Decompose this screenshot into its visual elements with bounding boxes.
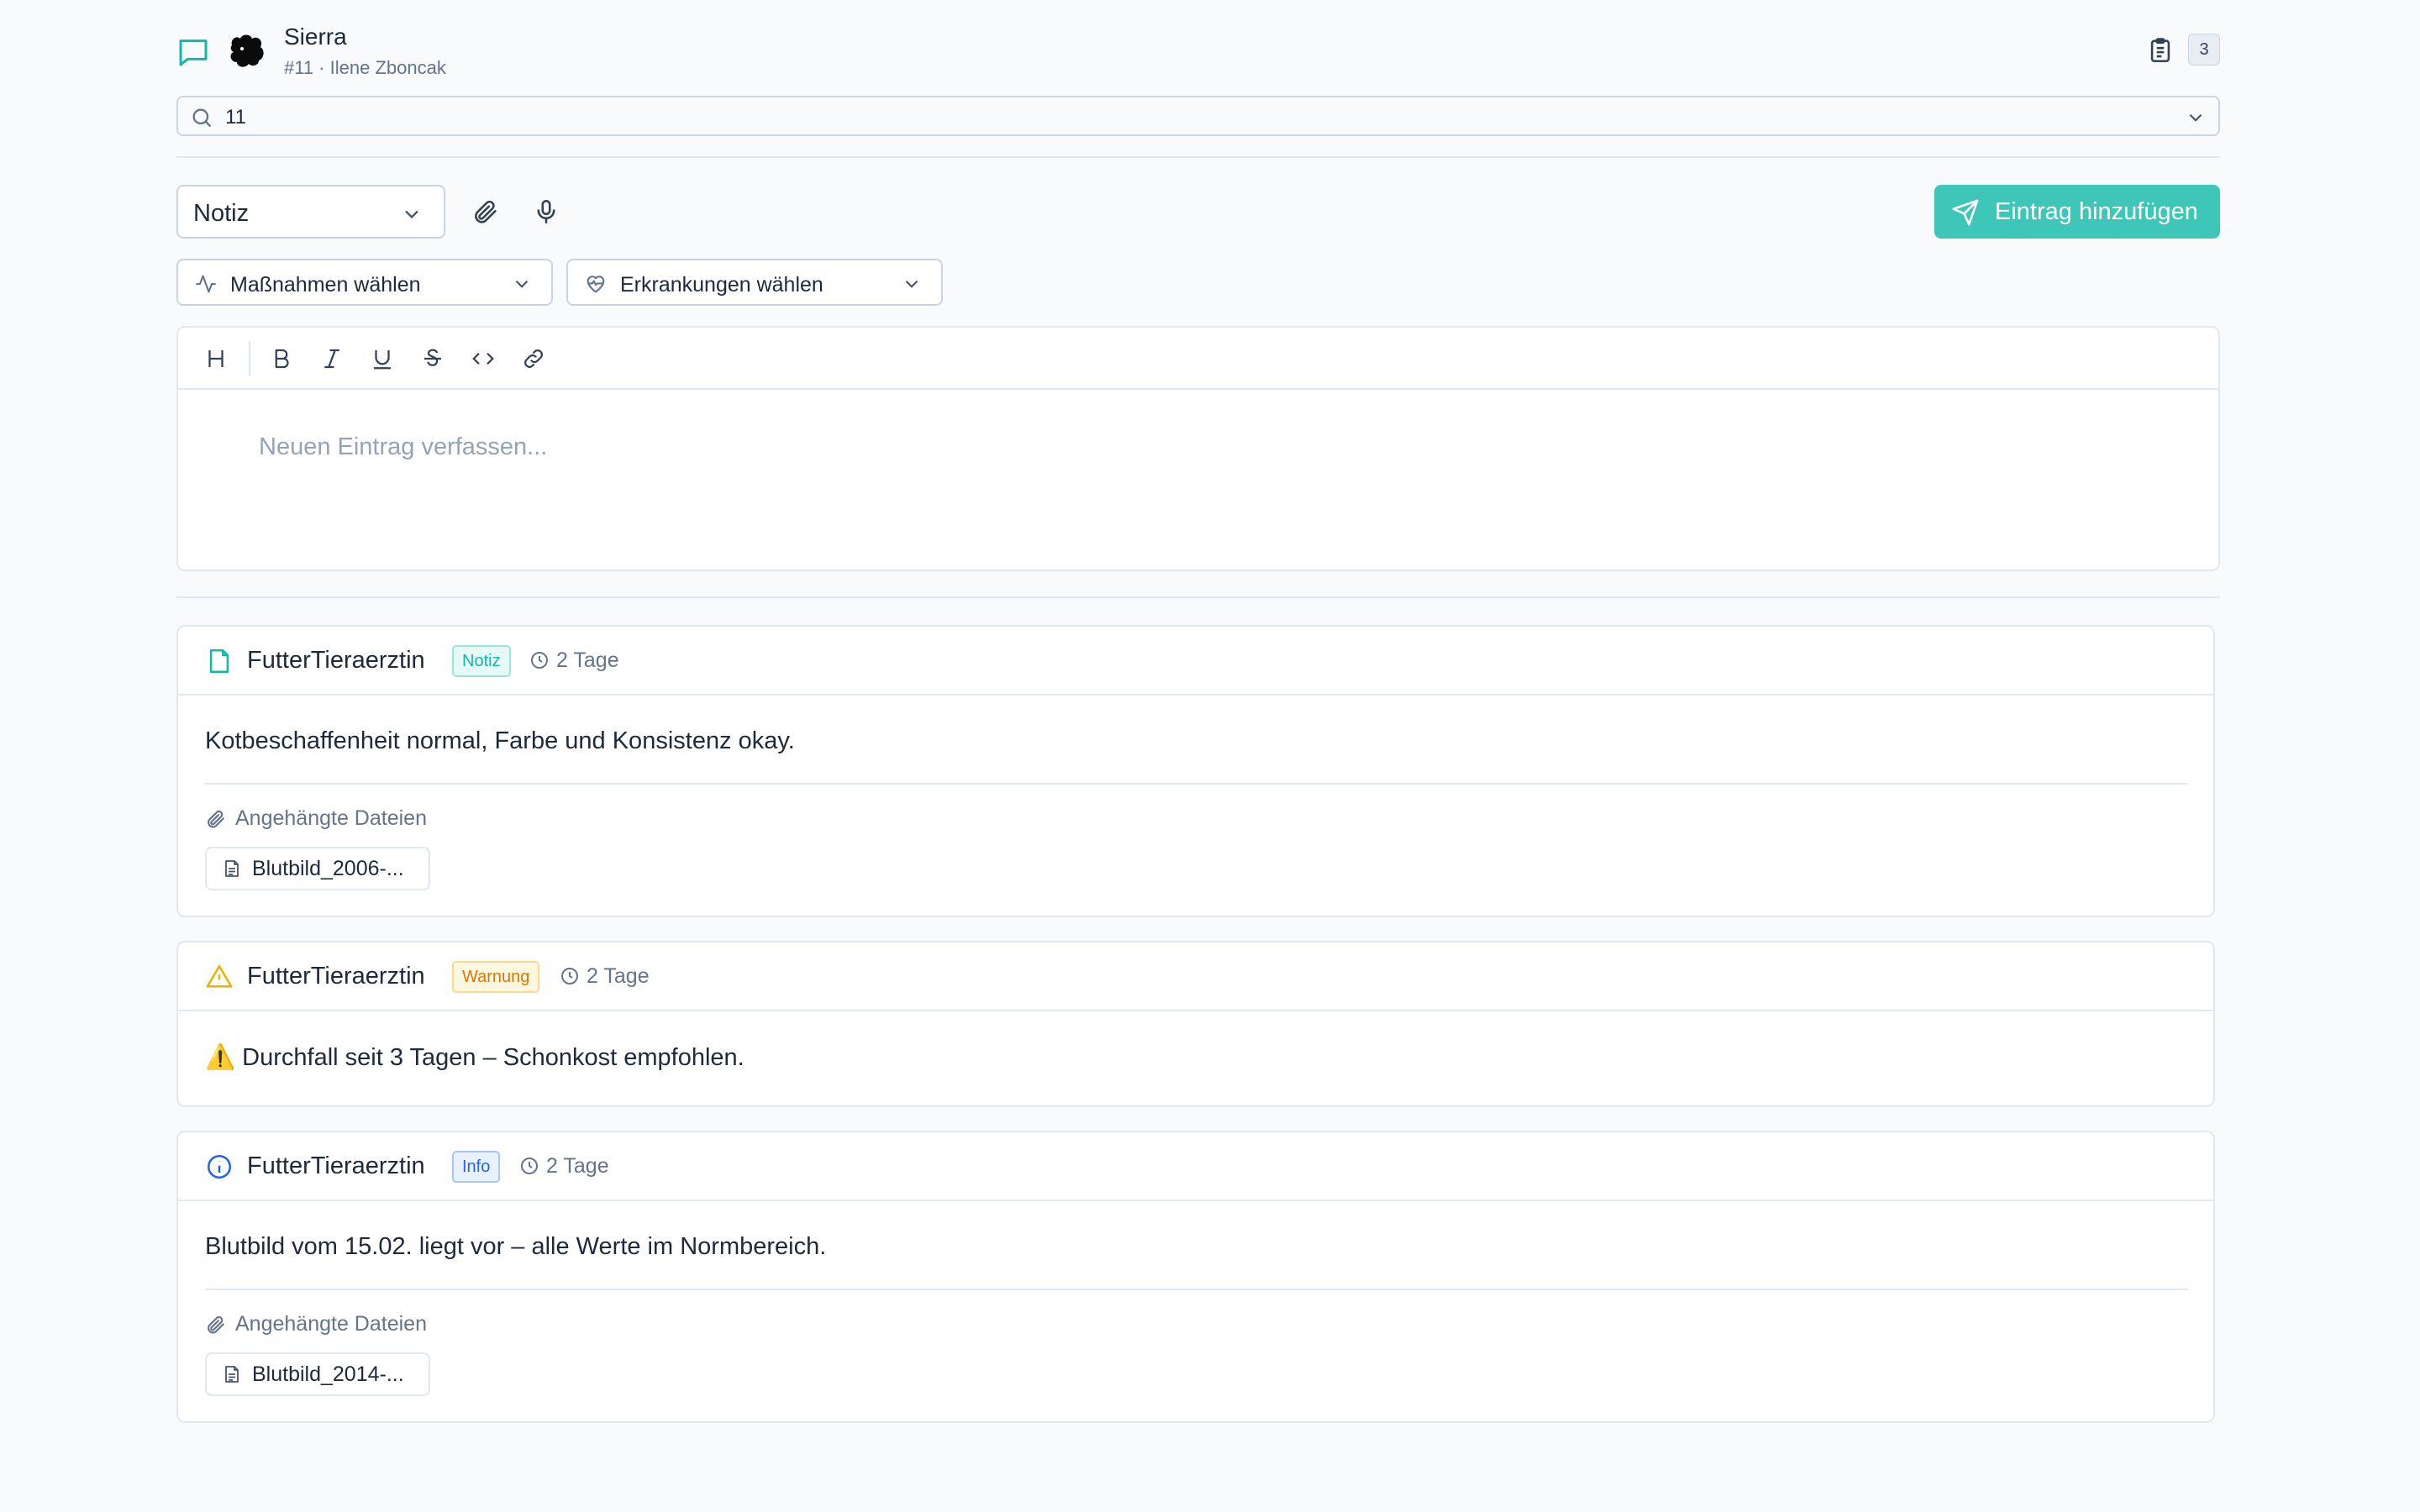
pet-subtitle: #11 · Ilene Zboncak xyxy=(284,57,446,78)
document-icon xyxy=(225,1366,239,1383)
entry-tag: Info xyxy=(452,1151,501,1183)
count-badge[interactable]: 3 xyxy=(2188,34,2220,66)
entry-time-text: 2 Tage xyxy=(546,1153,609,1178)
bold-icon[interactable] xyxy=(267,344,296,373)
entry-body: ⚠️ Durchfall seit 3 Tagen – Schonkost em… xyxy=(205,1044,744,1071)
entry-header: FutterTieraerztin Notiz 2 Tage xyxy=(178,627,2213,696)
attachments-label: Angehängte Dateien xyxy=(205,1312,427,1336)
entry-header: FutterTieraerztin Warnung 2 Tage xyxy=(178,942,2213,1011)
clock-icon xyxy=(521,1158,538,1174)
toolbar-divider xyxy=(249,341,250,376)
clock-icon xyxy=(561,968,578,984)
file-icon xyxy=(205,647,234,675)
heading-icon[interactable] xyxy=(202,344,230,373)
entry-card: FutterTieraerztin Notiz 2 Tage Kotbescha… xyxy=(176,625,2215,917)
entry-body: Kotbeschaffenheit normal, Farbe und Kons… xyxy=(205,727,795,754)
divider xyxy=(205,1289,2188,1290)
entry-editor: Neuen Eintrag verfassen... xyxy=(176,326,2220,571)
search-input[interactable]: 11 xyxy=(176,96,2220,136)
chat-icon[interactable] xyxy=(176,35,210,69)
search-icon xyxy=(190,106,213,129)
paperclip-icon[interactable] xyxy=(467,193,504,230)
entry-time-text: 2 Tage xyxy=(556,648,619,672)
paperclip-icon xyxy=(208,810,224,827)
code-icon[interactable] xyxy=(469,344,497,373)
entry-tag: Notiz xyxy=(452,645,511,677)
divider xyxy=(176,596,2220,598)
clipboard-icon[interactable] xyxy=(2146,35,2175,66)
info-icon xyxy=(205,1152,234,1181)
editor-toolbar xyxy=(178,328,2218,390)
editor-placeholder[interactable]: Neuen Eintrag verfassen... xyxy=(259,433,547,461)
chevron-down-icon xyxy=(511,273,533,295)
italic-icon[interactable] xyxy=(318,344,346,373)
chevron-down-icon xyxy=(901,273,923,295)
underline-icon[interactable] xyxy=(368,344,397,373)
send-icon xyxy=(1951,198,1980,227)
file-chip[interactable]: Blutbild_2006-... xyxy=(205,847,430,890)
entry-header: FutterTieraerztin Info 2 Tage xyxy=(178,1132,2213,1201)
activity-icon xyxy=(193,272,218,296)
header: Sierra #11 · Ilene Zboncak 3 xyxy=(176,22,2220,81)
entry-time-text: 2 Tage xyxy=(587,963,650,988)
file-name: Blutbild_2014-... xyxy=(252,1362,404,1386)
add-entry-label: Eintrag hinzufügen xyxy=(1995,198,2198,225)
entry-author: FutterTieraerztin xyxy=(247,1152,425,1179)
entry-body: Blutbild vom 15.02. liegt vor – alle Wer… xyxy=(205,1233,827,1260)
microphone-icon[interactable] xyxy=(528,193,565,230)
entry-time: 2 Tage xyxy=(529,647,619,674)
measures-label: Maßnahmen wählen xyxy=(230,273,421,297)
entry-tag: Warnung xyxy=(452,961,540,993)
entry-type-select[interactable]: Notiz xyxy=(176,185,445,239)
pet-name: Sierra xyxy=(284,24,347,50)
diseases-select[interactable]: Erkrankungen wählen xyxy=(566,259,943,306)
diseases-label: Erkrankungen wählen xyxy=(620,273,823,297)
entry-card: FutterTieraerztin Warnung 2 Tage ⚠️ Durc… xyxy=(176,941,2215,1107)
file-name: Blutbild_2006-... xyxy=(252,856,404,880)
document-icon xyxy=(225,860,239,877)
add-entry-button[interactable]: Eintrag hinzufügen xyxy=(1934,185,2220,239)
attachments-label-text: Angehängte Dateien xyxy=(235,806,427,830)
heart-pulse-icon xyxy=(583,272,608,296)
attachments-label-text: Angehängte Dateien xyxy=(235,1312,427,1336)
measures-select[interactable]: Maßnahmen wählen xyxy=(176,259,553,306)
file-chip[interactable]: Blutbild_2014-... xyxy=(205,1352,430,1396)
search-value: 11 xyxy=(225,106,246,129)
link-icon[interactable] xyxy=(519,344,548,373)
entry-author: FutterTieraerztin xyxy=(247,963,425,990)
chevron-down-icon xyxy=(400,202,424,226)
attachments-label: Angehängte Dateien xyxy=(205,806,427,831)
clock-icon xyxy=(531,652,548,669)
divider xyxy=(205,783,2188,785)
warning-icon xyxy=(205,963,234,991)
entry-time: 2 Tage xyxy=(560,963,650,990)
divider xyxy=(176,156,2220,158)
entry-time: 2 Tage xyxy=(519,1152,609,1179)
paperclip-icon xyxy=(208,1315,224,1333)
chevron-down-icon[interactable] xyxy=(2185,107,2207,129)
entry-author: FutterTieraerztin xyxy=(247,647,425,674)
entry-card: FutterTieraerztin Info 2 Tage Blutbild v… xyxy=(176,1131,2215,1423)
entry-type-value: Notiz xyxy=(193,200,250,227)
strikethrough-icon[interactable] xyxy=(418,344,447,373)
avatar xyxy=(225,29,269,72)
